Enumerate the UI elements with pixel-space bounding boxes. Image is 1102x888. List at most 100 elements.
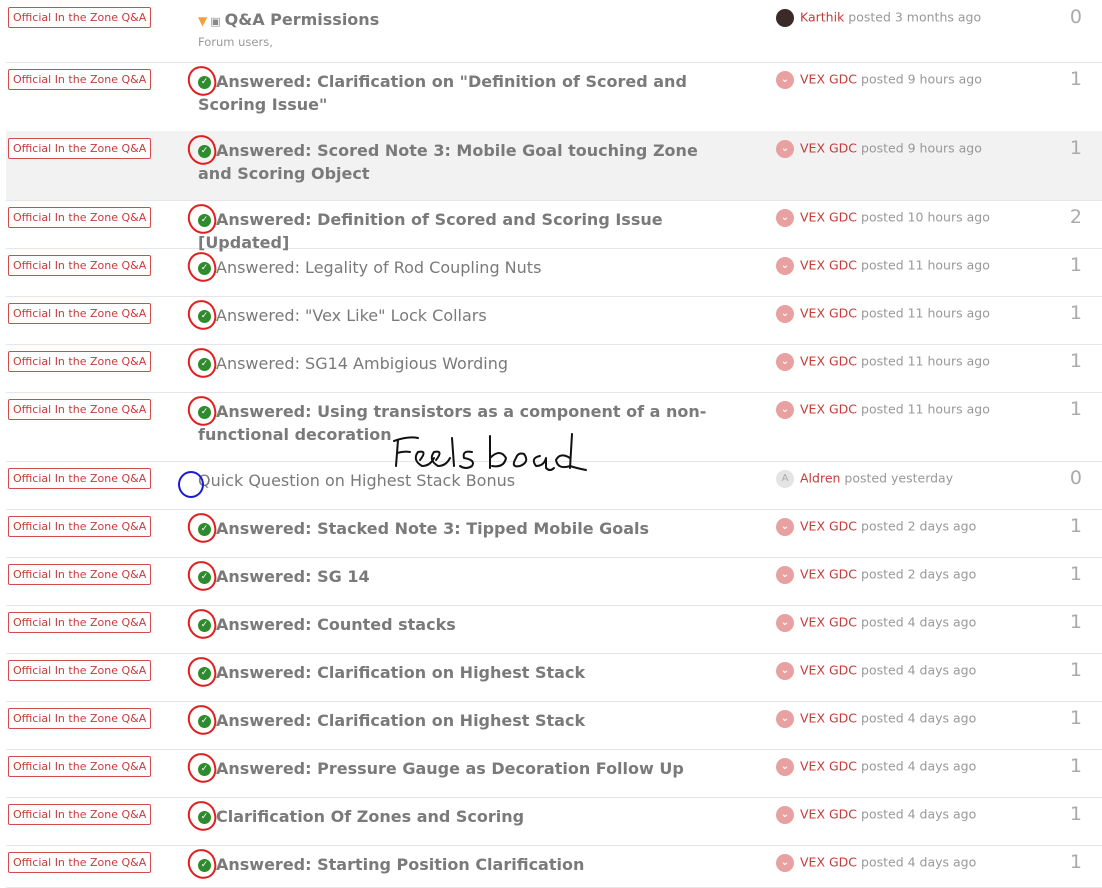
category-tag[interactable]: Official In the Zone Q&A: [8, 516, 152, 537]
topic-row[interactable]: Official In the Zone Q&A Answered: Stacke…: [6, 509, 1102, 558]
author-name-link[interactable]: VEX GDC: [800, 402, 857, 417]
author-name-link[interactable]: VEX GDC: [800, 72, 857, 87]
author-name-link[interactable]: VEX GDC: [800, 306, 857, 321]
category-tag[interactable]: Official In the Zone Q&A: [8, 69, 152, 90]
avatar[interactable]: A: [776, 470, 794, 488]
topic-title-link[interactable]: Answered: SG 14: [198, 565, 718, 588]
topic-row[interactable]: Official In the Zone Q&A Clarification Of…: [6, 797, 1102, 846]
topic-title-text: Answered: SG 14: [216, 567, 370, 586]
topic-title-link[interactable]: Answered: Scored Note 3: Mobile Goal tou…: [198, 139, 718, 185]
topic-row[interactable]: Official In the Zone Q&A Answered: Starti…: [6, 845, 1102, 888]
topic-row[interactable]: Official In the Zone Q&A Answered: Counte…: [6, 605, 1102, 654]
author-name-link[interactable]: Karthik: [800, 10, 844, 25]
topic-title-text: Answered: Counted stacks: [216, 615, 456, 634]
category-tag[interactable]: Official In the Zone Q&A: [8, 255, 152, 276]
avatar[interactable]: [776, 614, 794, 632]
topic-title-text: Answered: Legality of Rod Coupling Nuts: [216, 258, 542, 277]
author-name-link[interactable]: VEX GDC: [800, 807, 857, 822]
category-tag[interactable]: Official In the Zone Q&A: [8, 612, 152, 633]
topic-author: VEX GDC posted 11 hours ago: [776, 353, 990, 371]
avatar[interactable]: [776, 71, 794, 89]
avatar[interactable]: [776, 518, 794, 536]
author-name-link[interactable]: VEX GDC: [800, 855, 857, 870]
red-circle-annotation: [185, 558, 219, 594]
topic-row[interactable]: Official In the Zone Q&A ▼ ▣ Q&A Permission…: [6, 0, 1102, 63]
category-tag[interactable]: Official In the Zone Q&A: [8, 708, 152, 729]
avatar[interactable]: [776, 566, 794, 584]
red-circle-annotation: [185, 654, 219, 690]
topic-row[interactable]: Official In the Zone Q&A Answered: Legali…: [6, 248, 1102, 297]
topic-title-link[interactable]: Answered: Clarification on "Definition o…: [198, 70, 718, 116]
author-name-link[interactable]: VEX GDC: [800, 210, 857, 225]
reply-count: 1: [1069, 68, 1082, 90]
topic-title-link[interactable]: Answered: Pressure Gauge as Decoration F…: [198, 757, 718, 780]
avatar[interactable]: [776, 9, 794, 27]
category-tag[interactable]: Official In the Zone Q&A: [8, 804, 152, 825]
topic-title-link[interactable]: Answered: Starting Position Clarificatio…: [198, 853, 718, 876]
author-name-link[interactable]: VEX GDC: [800, 759, 857, 774]
avatar[interactable]: [776, 854, 794, 872]
author-name-link[interactable]: Aldren: [800, 471, 840, 486]
category-tag[interactable]: Official In the Zone Q&A: [8, 852, 152, 873]
reply-count: 1: [1069, 659, 1082, 681]
category-tag[interactable]: Official In the Zone Q&A: [8, 756, 152, 777]
avatar[interactable]: [776, 662, 794, 680]
category-tag[interactable]: Official In the Zone Q&A: [8, 303, 152, 324]
topic-title-link[interactable]: ▼ ▣ Q&A Permissions: [198, 8, 718, 33]
topic-row[interactable]: Official In the Zone Q&A Answered: SG14 A…: [6, 344, 1102, 393]
avatar[interactable]: [776, 209, 794, 227]
avatar[interactable]: [776, 305, 794, 323]
category-tag[interactable]: Official In the Zone Q&A: [8, 207, 152, 228]
topic-description: Forum users,: [198, 35, 273, 49]
red-circle-annotation: [185, 846, 219, 882]
topic-title-link[interactable]: Answered: Legality of Rod Coupling Nuts: [198, 256, 718, 279]
author-name-link[interactable]: VEX GDC: [800, 663, 857, 678]
avatar[interactable]: [776, 758, 794, 776]
topic-title-link[interactable]: Answered: Counted stacks: [198, 613, 718, 636]
topic-row[interactable]: Official In the Zone Q&A Answered: "Vex L…: [6, 296, 1102, 345]
category-tag[interactable]: Official In the Zone Q&A: [8, 138, 152, 159]
topic-row[interactable]: Official In the Zone Q&A Answered: Clarif…: [6, 653, 1102, 702]
topic-row[interactable]: Official In the Zone Q&A Answered: Defini…: [6, 200, 1102, 252]
avatar[interactable]: [776, 257, 794, 275]
topic-title-link[interactable]: Clarification Of Zones and Scoring: [198, 805, 718, 828]
category-tag[interactable]: Official In the Zone Q&A: [8, 399, 152, 420]
avatar[interactable]: [776, 710, 794, 728]
author-name-link[interactable]: VEX GDC: [800, 354, 857, 369]
topic-author: VEX GDC posted 4 days ago: [776, 614, 976, 632]
category-tag[interactable]: Official In the Zone Q&A: [8, 351, 152, 372]
topic-row[interactable]: Official In the Zone Q&A Answered: Pressu…: [6, 749, 1102, 798]
author-name-link[interactable]: VEX GDC: [800, 615, 857, 630]
category-tag[interactable]: Official In the Zone Q&A: [8, 7, 152, 28]
topic-title-link[interactable]: Answered: Clarification on Highest Stack: [198, 709, 718, 732]
author-name-link[interactable]: VEX GDC: [800, 567, 857, 582]
avatar[interactable]: [776, 353, 794, 371]
author-name-link[interactable]: VEX GDC: [800, 258, 857, 273]
topic-row[interactable]: Official In the Zone Q&A Answered: SG 14 ✓…: [6, 557, 1102, 606]
category-tag[interactable]: Official In the Zone Q&A: [8, 660, 152, 681]
topic-title-container: Answered: Starting Position Clarificatio…: [198, 853, 718, 876]
author-name-link[interactable]: VEX GDC: [800, 711, 857, 726]
topic-title-link[interactable]: Answered: Stacked Note 3: Tipped Mobile …: [198, 517, 718, 540]
topic-title-link[interactable]: Answered: Clarification on Highest Stack: [198, 661, 718, 684]
avatar[interactable]: [776, 401, 794, 419]
reply-count: 1: [1069, 350, 1082, 372]
posted-time: posted 11 hours ago: [857, 401, 990, 417]
topic-title-container: Answered: Clarification on Highest Stack: [198, 709, 718, 732]
avatar[interactable]: [776, 806, 794, 824]
topic-title-link[interactable]: Answered: "Vex Like" Lock Collars: [198, 304, 718, 327]
category-tag[interactable]: Official In the Zone Q&A: [8, 468, 152, 489]
topic-title-text: Answered: Definition of Scored and Scori…: [198, 210, 663, 252]
posted-time: posted 11 hours ago: [857, 305, 990, 321]
topic-row[interactable]: Official In the Zone Q&A Answered: Clarif…: [6, 701, 1102, 750]
topic-title-link[interactable]: Answered: SG14 Ambigious Wording: [198, 352, 718, 375]
author-name-link[interactable]: VEX GDC: [800, 141, 857, 156]
red-circle-annotation: [185, 606, 219, 642]
topic-title-container: Answered: SG14 Ambigious Wording: [198, 352, 718, 375]
topic-row[interactable]: Official In the Zone Q&A Answered: Clarif…: [6, 62, 1102, 132]
topic-row[interactable]: Official In the Zone Q&A Answered: Scored…: [6, 131, 1102, 201]
avatar[interactable]: [776, 140, 794, 158]
category-tag[interactable]: Official In the Zone Q&A: [8, 564, 152, 585]
topic-title-text: Answered: SG14 Ambigious Wording: [216, 354, 509, 373]
author-name-link[interactable]: VEX GDC: [800, 519, 857, 534]
